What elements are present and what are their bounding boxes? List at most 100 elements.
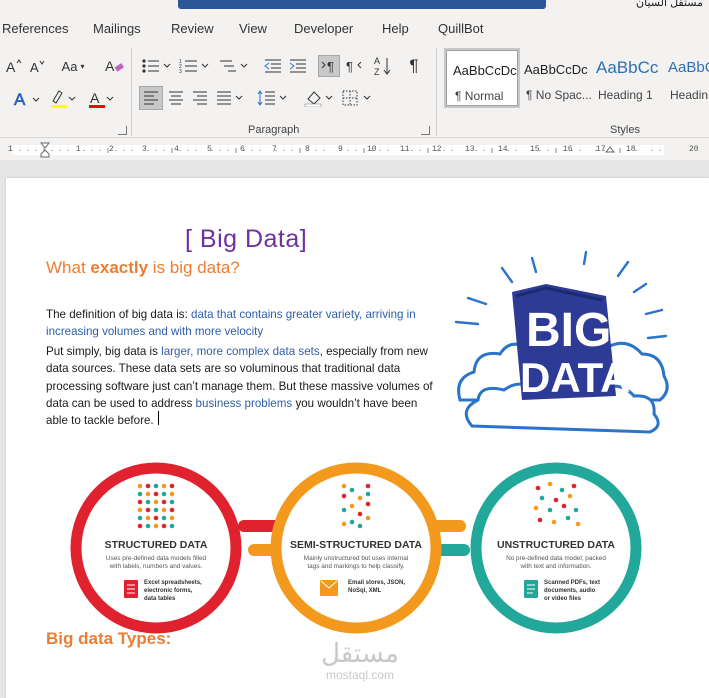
- style-sample: AaBbCcDc: [453, 63, 517, 78]
- ruler-tick-label: 1: [76, 145, 81, 154]
- ruler-tick-label: 14: [498, 145, 508, 154]
- style-normal[interactable]: AaBbCcDc ¶ Normal: [444, 48, 520, 108]
- style-heading-2[interactable]: AaBbCc Headin: [662, 50, 709, 106]
- structured-example: electronic forms,: [144, 588, 193, 594]
- heading-what-is-big-data[interactable]: What exactly is big data?: [46, 258, 240, 278]
- justify-icon[interactable]: [214, 87, 246, 109]
- paragraph-text: The definition of big data is:: [46, 308, 192, 321]
- align-center-icon[interactable]: [165, 87, 187, 109]
- watermark-arabic: مستقل: [321, 639, 399, 669]
- ruler-tick-label: 2: [109, 145, 114, 154]
- ltr-direction-icon[interactable]: ¶: [318, 55, 340, 77]
- shading-icon[interactable]: [302, 87, 336, 109]
- change-case-button[interactable]: Aa ▾: [58, 56, 88, 76]
- ribbon: A A Aa ▾ A A A 123 ¶ ¶ AZ ¶ Paragraph Aa…: [0, 42, 709, 138]
- style-no-spacing[interactable]: AaBbCcDc ¶ No Spac...: [518, 50, 592, 106]
- group-divider: [436, 48, 437, 136]
- align-left-icon[interactable]: [139, 86, 163, 110]
- art-text-data: DATA: [520, 354, 630, 401]
- highlight-color-icon[interactable]: [48, 88, 78, 110]
- chevron-down-icon: ▾: [80, 61, 85, 71]
- heading-big-data-types[interactable]: Big data Types:: [46, 629, 171, 649]
- structured-title: STRUCTURED DATA: [105, 539, 208, 551]
- ruler-tick-label: 10: [367, 145, 377, 154]
- tab-developer[interactable]: Developer: [294, 21, 353, 36]
- clear-formatting-icon[interactable]: A: [103, 56, 125, 76]
- menu-bar: References Mailings Review View Develope…: [0, 12, 709, 42]
- style-name: Heading 1: [598, 88, 653, 102]
- tab-view[interactable]: View: [239, 21, 267, 36]
- paragraph-dialog-launcher-icon[interactable]: [421, 126, 430, 135]
- big-data-types-infographic: STRUCTURED DATA Uses pre-defined data mo…: [70, 462, 642, 634]
- style-name: ¶ No Spac...: [526, 88, 592, 102]
- styles-group-label: Styles: [610, 124, 640, 136]
- ruler-tick-label: 12: [432, 145, 442, 154]
- style-name: Headin: [670, 88, 709, 102]
- group-divider: [131, 48, 132, 136]
- paragraph-group-label: Paragraph: [248, 124, 300, 136]
- paragraph-explanation[interactable]: Put simply, big data is larger, more com…: [46, 343, 438, 429]
- text-cursor: [158, 411, 159, 425]
- unstructured-desc: with text and information.: [519, 563, 591, 570]
- ruler-tick-label: 13: [465, 145, 475, 154]
- structured-example: data tables: [144, 596, 176, 602]
- ruler-tick-label: 18: [626, 145, 636, 154]
- big-data-illustration: BIG DATA: [454, 250, 669, 434]
- ruler-tick-label: 6: [240, 145, 245, 154]
- right-indent-marker-icon[interactable]: [605, 146, 615, 158]
- tab-review[interactable]: Review: [171, 21, 214, 36]
- style-sample: AaBbCc: [668, 59, 709, 76]
- art-text-big: BIG: [526, 304, 611, 357]
- svg-text:Z: Z: [374, 67, 380, 77]
- ruler-tick-label: 15: [530, 145, 540, 154]
- ruler-tick-label: 5: [207, 145, 212, 154]
- title-search-box[interactable]: [178, 0, 546, 9]
- tab-quillbot[interactable]: QuillBot: [438, 21, 484, 36]
- paragraph-definition[interactable]: The definition of big data is: data that…: [46, 306, 438, 341]
- text-effects-icon[interactable]: A: [12, 88, 42, 110]
- heading-part: What: [46, 258, 91, 277]
- tab-references[interactable]: References: [2, 21, 68, 36]
- paragraph-text: Put simply, big data is: [46, 345, 162, 358]
- tab-mailings[interactable]: Mailings: [93, 21, 141, 36]
- font-dialog-launcher-icon[interactable]: [118, 126, 127, 135]
- shrink-font-icon[interactable]: A: [28, 56, 48, 76]
- unstructured-example: documents, audio: [544, 588, 596, 594]
- multilevel-list-icon[interactable]: [217, 56, 251, 76]
- rtl-direction-icon[interactable]: ¶: [343, 56, 365, 76]
- align-right-icon[interactable]: [189, 87, 211, 109]
- indent-marker-icon[interactable]: [40, 142, 52, 158]
- horizontal-ruler[interactable]: 1 1 2 3 4 5 6 7 8 9 10 11 12 13 14 15 16…: [0, 142, 709, 158]
- style-sample: AaBbCc: [596, 58, 659, 77]
- svg-text:A: A: [374, 56, 380, 66]
- structured-example: Excel spreadsheets,: [144, 580, 202, 586]
- svg-text:¶: ¶: [327, 59, 334, 74]
- style-sample: AaBbCcDc: [524, 62, 588, 77]
- ruler-tick-label: 20: [689, 145, 699, 154]
- grow-font-icon[interactable]: A: [4, 56, 24, 76]
- ruler-tick-label: 7: [272, 145, 277, 154]
- show-formatting-marks-icon[interactable]: ¶: [403, 56, 425, 76]
- ruler-tick-label: 1: [8, 145, 13, 154]
- document-title[interactable]: [ Big Data]: [185, 225, 307, 254]
- title-bar: ﻣﺴﺘﻘﻞ ﺍﻟﺴﻴﺎﻥ: [0, 0, 709, 10]
- structured-desc: with labels, numbers and values.: [109, 563, 203, 570]
- style-heading-1[interactable]: AaBbCc Heading 1: [590, 50, 662, 106]
- account-name[interactable]: ﻣﺴﺘﻘﻞ ﺍﻟﺴﻴﺎﻥ: [636, 0, 703, 9]
- decrease-indent-icon[interactable]: [262, 56, 284, 76]
- font-color-icon[interactable]: A: [86, 88, 116, 110]
- semi-structured-example: Email stores, JSON,: [348, 580, 405, 586]
- increase-indent-icon[interactable]: [287, 56, 309, 76]
- tab-help[interactable]: Help: [382, 21, 409, 36]
- borders-icon[interactable]: [340, 87, 374, 109]
- heading-part: is big data?: [148, 258, 240, 277]
- sort-icon[interactable]: AZ: [372, 54, 394, 78]
- bullets-icon[interactable]: [140, 56, 174, 76]
- semi-structured-desc: Mainly unstructured but uses internal: [304, 555, 408, 562]
- highlighted-text: business problems: [195, 396, 293, 410]
- svg-text:A: A: [6, 59, 16, 74]
- numbering-icon[interactable]: 123: [178, 56, 212, 76]
- unstructured-example: or video files: [544, 596, 582, 602]
- style-name: ¶ Normal: [455, 89, 504, 103]
- line-spacing-icon[interactable]: [256, 87, 290, 109]
